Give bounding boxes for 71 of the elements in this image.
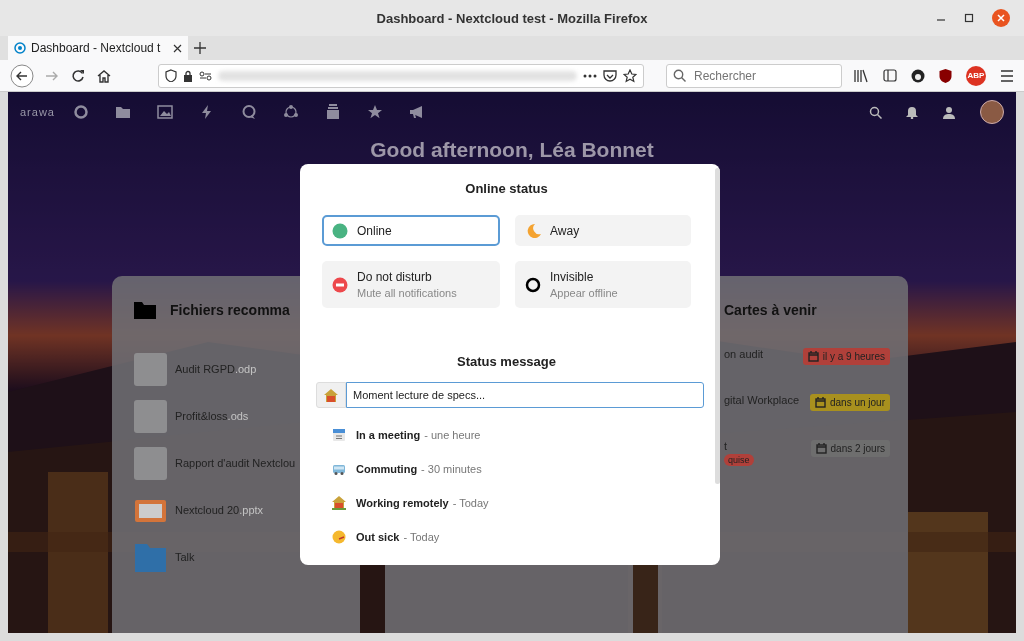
- status-option[interactable]: Invisible Appear offline: [515, 261, 691, 308]
- calendar-icon: [815, 443, 827, 454]
- shield-icon: [165, 69, 177, 82]
- sick-emoji-icon: [332, 530, 346, 544]
- online-dot-icon: [332, 222, 348, 239]
- folder-icon[interactable]: [114, 104, 131, 120]
- image-icon[interactable]: [156, 104, 173, 120]
- reload-icon[interactable]: [70, 67, 86, 84]
- predefined-status-item[interactable]: Working remotely - Today: [322, 492, 691, 514]
- calendar-icon: [814, 397, 826, 408]
- status-option[interactable]: Away: [515, 215, 691, 246]
- star-icon[interactable]: [366, 104, 383, 120]
- circles-icon[interactable]: [282, 104, 299, 120]
- sidebar-icon[interactable]: [883, 69, 897, 82]
- more-icon[interactable]: [583, 73, 597, 78]
- section-heading: Status message: [456, 354, 557, 370]
- status-option[interactable]: Online: [322, 215, 500, 246]
- due-date-badge: dans 2 jours: [810, 440, 890, 457]
- predefined-status-item[interactable]: Commuting - 30 minutes: [322, 458, 691, 480]
- nextcloud-favicon-icon: [14, 42, 26, 54]
- document-thumbnail-icon: [134, 352, 167, 386]
- emoji-picker-button[interactable]: [316, 382, 346, 408]
- home-icon[interactable]: [96, 67, 112, 84]
- scrollbar[interactable]: [715, 168, 720, 484]
- browser-tab[interactable]: Dashboard - Nextcloud t: [8, 36, 188, 60]
- extension-icon[interactable]: [911, 68, 925, 83]
- dashboard-icon[interactable]: [72, 104, 89, 120]
- house-icon: [324, 388, 338, 402]
- widget-title: Fichiers recomma: [170, 302, 290, 318]
- ring-icon: [525, 276, 541, 293]
- calendar-icon: [807, 351, 819, 362]
- close-icon[interactable]: [173, 43, 182, 53]
- card-label: quise: [724, 454, 754, 466]
- pocket-icon[interactable]: [603, 69, 617, 82]
- back-icon[interactable]: [10, 63, 34, 88]
- calendar-icon: [332, 428, 346, 442]
- file-thumbnail-icon: [134, 399, 167, 433]
- deck-icon[interactable]: [324, 104, 341, 120]
- status-message-field[interactable]: Moment lecture de specs...: [346, 382, 704, 408]
- widget-title: Cartes à venir: [724, 302, 817, 318]
- due-date-badge: il y a 9 heures: [802, 348, 890, 365]
- window-title: Dashboard - Nextcloud test - Mozilla Firefox: [376, 10, 648, 26]
- file-thumbnail-icon: [134, 446, 167, 480]
- predefined-status-item[interactable]: Out sick - Today: [322, 526, 691, 548]
- bell-icon[interactable]: [906, 105, 918, 119]
- contacts-icon[interactable]: [942, 105, 956, 119]
- adblock-extension-icon[interactable]: ABP: [966, 65, 986, 86]
- predefined-status-item[interactable]: In a meeting - une heure: [322, 424, 691, 446]
- greeting-heading: Good afternoon, Léa Bonnet: [369, 138, 655, 162]
- search-icon: [673, 69, 686, 82]
- address-bar[interactable]: [158, 63, 644, 88]
- star-icon[interactable]: [623, 68, 637, 83]
- folder-icon: [134, 301, 156, 319]
- search-field[interactable]: Rechercher: [666, 63, 842, 88]
- permissions-icon: [199, 70, 212, 81]
- chat-bubble-icon[interactable]: [240, 104, 257, 120]
- shield-extension-icon[interactable]: [939, 68, 952, 83]
- status-option[interactable]: Do not disturb Mute all notifications: [322, 261, 500, 308]
- house-icon: [332, 496, 346, 510]
- app-logo[interactable]: arawa: [20, 106, 55, 118]
- bus-icon: [332, 462, 346, 476]
- lock-icon: [183, 69, 193, 82]
- do-not-disturb-icon: [332, 276, 348, 293]
- search-icon[interactable]: [869, 105, 882, 119]
- menu-icon[interactable]: [1000, 69, 1014, 82]
- library-icon[interactable]: [853, 68, 869, 83]
- moon-icon: [525, 222, 541, 239]
- due-date-badge: dans un jour: [809, 394, 890, 411]
- megaphone-icon[interactable]: [408, 104, 425, 120]
- dialog-heading: Online status: [464, 181, 549, 197]
- maximize-icon[interactable]: [964, 13, 974, 23]
